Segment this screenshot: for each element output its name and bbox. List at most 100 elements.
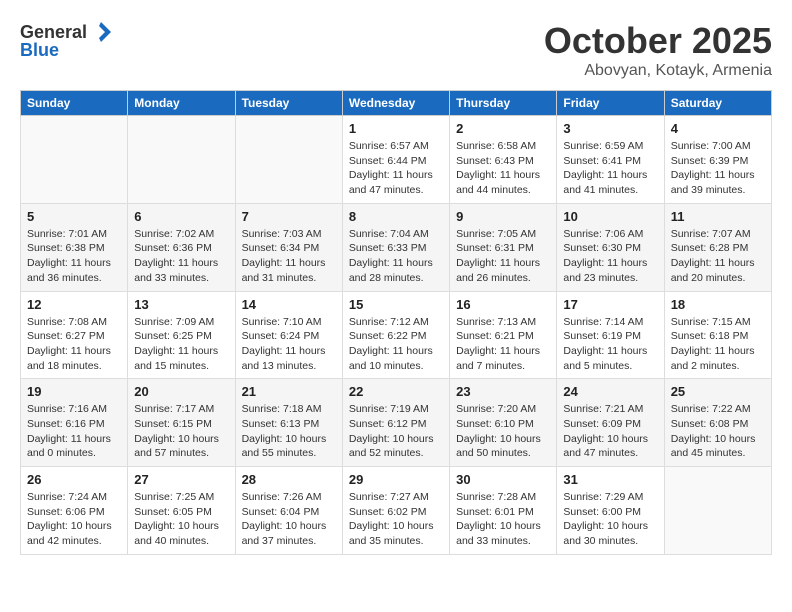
calendar: SundayMondayTuesdayWednesdayThursdayFrid… — [20, 90, 772, 555]
subtitle: Abovyan, Kotayk, Armenia — [544, 62, 772, 80]
day-info: Sunrise: 7:16 AM Sunset: 6:16 PM Dayligh… — [27, 402, 121, 461]
weekday-header-sunday: Sunday — [21, 91, 128, 116]
calendar-cell: 12 Sunrise: 7:08 AM Sunset: 6:27 PM Dayli… — [21, 291, 128, 379]
calendar-cell: 5 Sunrise: 7:01 AM Sunset: 6:38 PM Daylig… — [21, 203, 128, 291]
day-info: Sunrise: 7:20 AM Sunset: 6:10 PM Dayligh… — [456, 402, 550, 461]
calendar-cell: 30 Sunrise: 7:28 AM Sunset: 6:01 PM Dayli… — [450, 467, 557, 555]
week-row-3: 12 Sunrise: 7:08 AM Sunset: 6:27 PM Dayli… — [21, 291, 772, 379]
calendar-cell: 20 Sunrise: 7:17 AM Sunset: 6:15 PM Dayli… — [128, 379, 235, 467]
day-number: 31 — [563, 472, 657, 487]
day-number: 30 — [456, 472, 550, 487]
day-number: 16 — [456, 297, 550, 312]
calendar-cell: 14 Sunrise: 7:10 AM Sunset: 6:24 PM Dayli… — [235, 291, 342, 379]
weekday-header-saturday: Saturday — [664, 91, 771, 116]
day-info: Sunrise: 7:08 AM Sunset: 6:27 PM Dayligh… — [27, 315, 121, 374]
calendar-cell — [664, 467, 771, 555]
calendar-cell: 13 Sunrise: 7:09 AM Sunset: 6:25 PM Dayli… — [128, 291, 235, 379]
day-info: Sunrise: 7:10 AM Sunset: 6:24 PM Dayligh… — [242, 315, 336, 374]
day-info: Sunrise: 7:21 AM Sunset: 6:09 PM Dayligh… — [563, 402, 657, 461]
day-info: Sunrise: 7:03 AM Sunset: 6:34 PM Dayligh… — [242, 227, 336, 286]
weekday-header-friday: Friday — [557, 91, 664, 116]
calendar-cell: 10 Sunrise: 7:06 AM Sunset: 6:30 PM Dayli… — [557, 203, 664, 291]
calendar-cell: 8Sunrise: 7:04 AM Sunset: 6:33 PM Daylig… — [342, 203, 449, 291]
day-number: 24 — [563, 384, 657, 399]
day-info: Sunrise: 7:07 AM Sunset: 6:28 PM Dayligh… — [671, 227, 765, 286]
day-info: Sunrise: 7:24 AM Sunset: 6:06 PM Dayligh… — [27, 490, 121, 549]
day-number: 9 — [456, 209, 550, 224]
weekday-header-row: SundayMondayTuesdayWednesdayThursdayFrid… — [21, 91, 772, 116]
calendar-cell: 19 Sunrise: 7:16 AM Sunset: 6:16 PM Dayli… — [21, 379, 128, 467]
day-info: Sunrise: 7:01 AM Sunset: 6:38 PM Dayligh… — [27, 227, 121, 286]
day-number: 1 — [349, 121, 443, 136]
day-info: Sunrise: 7:19 AM Sunset: 6:12 PM Dayligh… — [349, 402, 443, 461]
day-number: 15 — [349, 297, 443, 312]
day-info: Sunrise: 7:26 AM Sunset: 6:04 PM Dayligh… — [242, 490, 336, 549]
day-number: 20 — [134, 384, 228, 399]
day-number: 19 — [27, 384, 121, 399]
day-number: 7 — [242, 209, 336, 224]
calendar-cell: 25 Sunrise: 7:22 AM Sunset: 6:08 PM Dayli… — [664, 379, 771, 467]
calendar-cell: 21 Sunrise: 7:18 AM Sunset: 6:13 PM Dayli… — [235, 379, 342, 467]
day-info: Sunrise: 7:22 AM Sunset: 6:08 PM Dayligh… — [671, 402, 765, 461]
day-number: 6 — [134, 209, 228, 224]
day-number: 4 — [671, 121, 765, 136]
day-info: Sunrise: 7:09 AM Sunset: 6:25 PM Dayligh… — [134, 315, 228, 374]
day-number: 5 — [27, 209, 121, 224]
calendar-cell — [235, 116, 342, 204]
weekday-header-thursday: Thursday — [450, 91, 557, 116]
day-number: 14 — [242, 297, 336, 312]
calendar-cell — [21, 116, 128, 204]
day-number: 22 — [349, 384, 443, 399]
logo: General Blue — [20, 20, 113, 61]
calendar-cell: 26 Sunrise: 7:24 AM Sunset: 6:06 PM Dayli… — [21, 467, 128, 555]
day-number: 17 — [563, 297, 657, 312]
day-number: 2 — [456, 121, 550, 136]
day-number: 11 — [671, 209, 765, 224]
day-info: Sunrise: 7:17 AM Sunset: 6:15 PM Dayligh… — [134, 402, 228, 461]
weekday-header-wednesday: Wednesday — [342, 91, 449, 116]
day-info: Sunrise: 7:28 AM Sunset: 6:01 PM Dayligh… — [456, 490, 550, 549]
calendar-cell: 23Sunrise: 7:20 AM Sunset: 6:10 PM Dayli… — [450, 379, 557, 467]
day-info: Sunrise: 7:04 AM Sunset: 6:33 PM Dayligh… — [349, 227, 443, 286]
weekday-header-monday: Monday — [128, 91, 235, 116]
day-number: 28 — [242, 472, 336, 487]
calendar-cell: 28 Sunrise: 7:26 AM Sunset: 6:04 PM Dayli… — [235, 467, 342, 555]
calendar-cell: 22 Sunrise: 7:19 AM Sunset: 6:12 PM Dayli… — [342, 379, 449, 467]
page-header: General Blue October 2025 Abovyan, Kotay… — [20, 20, 772, 80]
day-info: Sunrise: 7:13 AM Sunset: 6:21 PM Dayligh… — [456, 315, 550, 374]
day-number: 13 — [134, 297, 228, 312]
calendar-cell: 3Sunrise: 6:59 AM Sunset: 6:41 PM Daylig… — [557, 116, 664, 204]
week-row-2: 5 Sunrise: 7:01 AM Sunset: 6:38 PM Daylig… — [21, 203, 772, 291]
calendar-cell: 17Sunrise: 7:14 AM Sunset: 6:19 PM Dayli… — [557, 291, 664, 379]
logo-icon — [89, 20, 113, 44]
title-block: October 2025 Abovyan, Kotayk, Armenia — [544, 20, 772, 80]
day-info: Sunrise: 7:18 AM Sunset: 6:13 PM Dayligh… — [242, 402, 336, 461]
day-number: 10 — [563, 209, 657, 224]
day-info: Sunrise: 7:27 AM Sunset: 6:02 PM Dayligh… — [349, 490, 443, 549]
calendar-cell: 27 Sunrise: 7:25 AM Sunset: 6:05 PM Dayli… — [128, 467, 235, 555]
day-number: 27 — [134, 472, 228, 487]
day-number: 25 — [671, 384, 765, 399]
day-number: 3 — [563, 121, 657, 136]
calendar-cell: 15 Sunrise: 7:12 AM Sunset: 6:22 PM Dayli… — [342, 291, 449, 379]
day-info: Sunrise: 7:12 AM Sunset: 6:22 PM Dayligh… — [349, 315, 443, 374]
day-info: Sunrise: 7:29 AM Sunset: 6:00 PM Dayligh… — [563, 490, 657, 549]
day-info: Sunrise: 7:06 AM Sunset: 6:30 PM Dayligh… — [563, 227, 657, 286]
day-info: Sunrise: 7:15 AM Sunset: 6:18 PM Dayligh… — [671, 315, 765, 374]
day-info: Sunrise: 7:25 AM Sunset: 6:05 PM Dayligh… — [134, 490, 228, 549]
day-number: 18 — [671, 297, 765, 312]
calendar-cell: 16 Sunrise: 7:13 AM Sunset: 6:21 PM Dayli… — [450, 291, 557, 379]
week-row-5: 26 Sunrise: 7:24 AM Sunset: 6:06 PM Dayli… — [21, 467, 772, 555]
day-number: 26 — [27, 472, 121, 487]
calendar-cell — [128, 116, 235, 204]
week-row-1: 1Sunrise: 6:57 AM Sunset: 6:44 PM Daylig… — [21, 116, 772, 204]
calendar-cell: 1Sunrise: 6:57 AM Sunset: 6:44 PM Daylig… — [342, 116, 449, 204]
calendar-cell: 9Sunrise: 7:05 AM Sunset: 6:31 PM Daylig… — [450, 203, 557, 291]
calendar-cell: 7 Sunrise: 7:03 AM Sunset: 6:34 PM Daylig… — [235, 203, 342, 291]
day-number: 12 — [27, 297, 121, 312]
day-number: 21 — [242, 384, 336, 399]
day-number: 29 — [349, 472, 443, 487]
day-info: Sunrise: 7:00 AM Sunset: 6:39 PM Dayligh… — [671, 139, 765, 198]
calendar-cell: 31 Sunrise: 7:29 AM Sunset: 6:00 PM Dayli… — [557, 467, 664, 555]
calendar-cell: 2Sunrise: 6:58 AM Sunset: 6:43 PM Daylig… — [450, 116, 557, 204]
